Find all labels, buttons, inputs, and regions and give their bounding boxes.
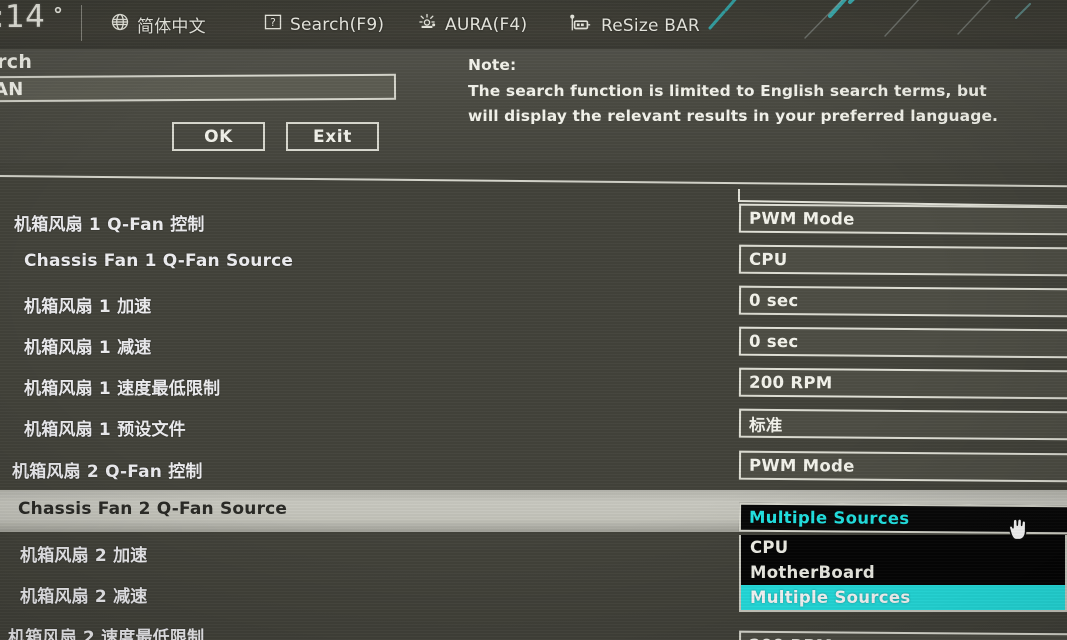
language-label: 简体中文 bbox=[137, 17, 206, 37]
search-dialog: arch AN OK Exit Note: The search functio… bbox=[0, 49, 1067, 163]
aura-label: AURA(F4) bbox=[445, 14, 528, 35]
row-label: 机箱风扇 2 加速 bbox=[20, 546, 148, 566]
dropdown-option-motherboard[interactable]: MotherBoard bbox=[741, 560, 1065, 585]
language-button[interactable]: 简体中文 bbox=[110, 12, 206, 37]
value-text: CPU bbox=[748, 249, 788, 270]
value-text: 标准 bbox=[748, 415, 783, 435]
note-line-1: The search function is limited to Englis… bbox=[468, 81, 987, 100]
row-label: 机箱风扇 1 速度最低限制 bbox=[24, 379, 221, 399]
note-block: Note: The search function is limited to … bbox=[468, 53, 1058, 130]
search-label: Search(F9) bbox=[290, 14, 385, 35]
exit-button[interactable]: Exit bbox=[286, 122, 379, 151]
resize-bar-icon bbox=[568, 12, 594, 39]
aura-button[interactable]: AURA(F4) bbox=[416, 12, 527, 37]
value-text: PWM Mode bbox=[748, 455, 855, 476]
table-row[interactable]: 机箱风扇 2 速度最低限制 200 RPM bbox=[0, 615, 1067, 640]
search-dialog-title: arch bbox=[0, 51, 33, 73]
list-top-divider bbox=[0, 175, 1067, 188]
value-text: 200 RPM bbox=[748, 372, 833, 393]
header-divider bbox=[81, 5, 82, 41]
value-dropdown[interactable]: 0 sec bbox=[738, 285, 1067, 318]
search-input-value: AN bbox=[0, 78, 24, 100]
gear-icon[interactable] bbox=[48, 0, 68, 24]
row-label: 机箱风扇 2 速度最低限制 bbox=[8, 628, 205, 640]
value-dropdown[interactable]: 0 sec bbox=[738, 326, 1067, 359]
row-label: Chassis Fan 2 Q-Fan Source bbox=[18, 499, 288, 519]
table-row[interactable]: 机箱风扇 1 减速 0 sec bbox=[0, 325, 1067, 365]
table-row[interactable]: 机箱风扇 1 预设文件 标准 bbox=[0, 407, 1067, 447]
table-row[interactable]: 机箱风扇 1 速度最低限制 200 RPM bbox=[0, 366, 1067, 406]
resize-bar-label: ReSize BAR bbox=[601, 15, 700, 36]
row-label: 机箱风扇 2 减速 bbox=[20, 587, 148, 607]
value-text: 0 sec bbox=[748, 331, 799, 352]
table-row[interactable]: 机箱风扇 1 加速 0 sec bbox=[0, 284, 1067, 324]
question-box-icon: ? bbox=[263, 12, 283, 37]
row-label: Chassis Fan 1 Q-Fan Source bbox=[24, 251, 294, 271]
clock-text: :14 bbox=[0, 0, 46, 35]
row-label: 机箱风扇 2 Q-Fan 控制 bbox=[12, 462, 203, 482]
note-line-2: will display the relevant results in you… bbox=[468, 107, 999, 126]
svg-text:?: ? bbox=[270, 16, 276, 29]
value-text: 200 RPM bbox=[749, 636, 833, 640]
value-text: Multiple Sources bbox=[748, 507, 910, 529]
bios-screen: :14 简体中文 bbox=[0, 0, 1067, 640]
decorative-light-streaks bbox=[708, 0, 1031, 39]
clock-group: :14 bbox=[0, 2, 68, 33]
qfan-source-dropdown-menu[interactable]: CPU MotherBoard Multiple Sources bbox=[739, 535, 1067, 612]
top-toolbar: :14 简体中文 bbox=[0, 0, 1067, 49]
value-dropdown[interactable]: 200 RPM bbox=[738, 367, 1067, 400]
search-input[interactable]: AN bbox=[0, 73, 397, 103]
value-dropdown[interactable]: 200 RPM bbox=[738, 630, 1067, 640]
table-row[interactable]: 机箱风扇 1 Q-Fan 控制 PWM Mode bbox=[0, 202, 1067, 242]
value-dropdown[interactable]: PWM Mode bbox=[738, 450, 1067, 483]
row-label: 机箱风扇 1 预设文件 bbox=[24, 420, 186, 440]
dropdown-option-cpu[interactable]: CPU bbox=[741, 535, 1065, 560]
value-dropdown[interactable]: 标准 bbox=[738, 408, 1067, 441]
globe-icon bbox=[110, 12, 130, 37]
value-text: PWM Mode bbox=[748, 208, 855, 229]
resize-bar-button[interactable]: ReSize BAR bbox=[568, 12, 700, 39]
value-dropdown[interactable]: CPU bbox=[738, 244, 1067, 277]
value-dropdown-open[interactable]: Multiple Sources bbox=[738, 502, 1067, 535]
search-button[interactable]: ? Search(F9) bbox=[263, 12, 384, 37]
table-row[interactable]: 机箱风扇 2 Q-Fan 控制 PWM Mode bbox=[0, 449, 1067, 489]
aura-lighting-icon bbox=[416, 12, 438, 37]
row-label: 机箱风扇 1 减速 bbox=[24, 338, 152, 358]
note-heading: Note: bbox=[468, 56, 517, 74]
row-label: 机箱风扇 1 加速 bbox=[24, 297, 152, 317]
table-row[interactable]: Chassis Fan 1 Q-Fan Source CPU bbox=[0, 243, 1067, 283]
row-label: 机箱风扇 1 Q-Fan 控制 bbox=[14, 215, 205, 235]
dropdown-option-multiple-sources[interactable]: Multiple Sources bbox=[741, 585, 1065, 610]
value-text: 0 sec bbox=[748, 290, 799, 311]
ok-button[interactable]: OK bbox=[172, 122, 265, 151]
value-dropdown[interactable]: PWM Mode bbox=[738, 203, 1067, 236]
value-column-frame bbox=[737, 189, 1067, 208]
